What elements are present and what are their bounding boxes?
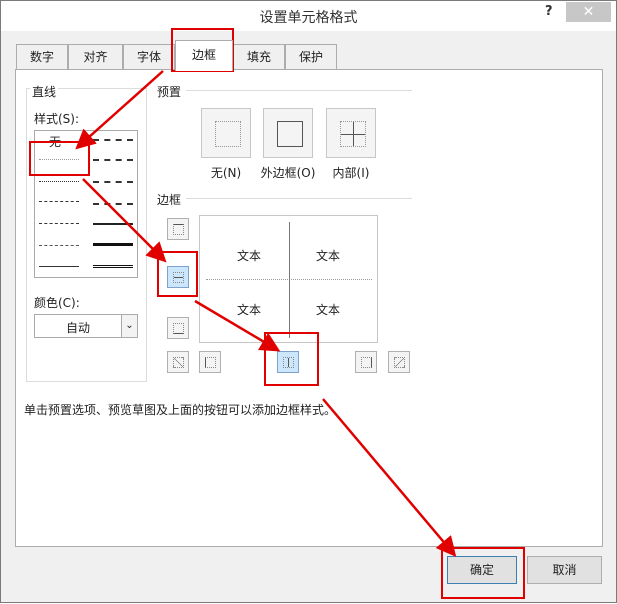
border-top-button[interactable] — [167, 218, 189, 240]
annotation-box-inside-horizontal — [157, 251, 198, 297]
format-cells-dialog: 设置单元格格式 ? ✕ 数字 对齐 字体 边框 填充 保护 直线 样式(S): … — [0, 0, 617, 603]
preset-outline-button[interactable] — [263, 108, 313, 158]
line-style-medium[interactable] — [93, 223, 133, 225]
border-top-icon — [173, 224, 184, 235]
annotation-box-inside-vertical — [264, 332, 319, 386]
style-label: 样式(S): — [34, 112, 80, 126]
presets-title: 预置 — [157, 85, 182, 99]
preview-vertical-line — [289, 222, 290, 338]
preset-none-label: 无(N) — [210, 166, 242, 180]
line-style-medium-dashed[interactable] — [93, 203, 133, 205]
tab-number[interactable]: 数字 — [16, 44, 68, 70]
border-diagonal-up-button[interactable] — [167, 351, 189, 373]
line-style-dashed[interactable] — [39, 245, 79, 246]
line-style-dotted[interactable] — [39, 181, 79, 182]
line-style-double[interactable] — [93, 265, 133, 268]
preview-cell-text: 文本 — [237, 249, 262, 263]
preview-cell-text: 文本 — [237, 303, 262, 317]
border-preview[interactable]: 文本 文本 文本 文本 — [199, 215, 378, 343]
diagonal-up-icon — [173, 357, 184, 368]
tab-alignment[interactable]: 对齐 — [68, 44, 123, 70]
line-style-slant-dash-dot[interactable] — [93, 159, 133, 161]
line-style-dash-dot-dot[interactable] — [39, 201, 79, 202]
preset-inside-icon — [340, 121, 366, 147]
border-right-button[interactable] — [355, 351, 377, 373]
preset-inside-button[interactable] — [326, 108, 376, 158]
line-style-thick[interactable] — [93, 243, 133, 246]
dialog-title: 设置单元格格式 — [259, 10, 358, 26]
close-button[interactable]: ✕ — [566, 2, 611, 22]
border-divider — [186, 198, 412, 199]
border-bottom-icon — [173, 323, 184, 334]
preview-cell-text: 文本 — [316, 303, 341, 317]
tab-border[interactable]: 边框 — [175, 40, 233, 71]
annotation-box-ok — [441, 547, 525, 599]
line-style-dash-dot[interactable] — [39, 223, 79, 224]
presets-divider — [186, 90, 412, 91]
color-select[interactable]: 自动 ⌄ — [34, 314, 138, 338]
annotation-box-line-style — [29, 141, 90, 176]
preset-inside-label: 内部(I) — [332, 166, 370, 180]
preset-outline-label: 外边框(O) — [260, 166, 316, 180]
preset-outline-icon — [277, 121, 303, 147]
tab-fill[interactable]: 填充 — [233, 44, 285, 70]
preview-cell-text: 文本 — [316, 249, 341, 263]
line-style-medium-dash-dot[interactable] — [93, 181, 133, 183]
border-left-icon — [205, 357, 216, 368]
tab-font[interactable]: 字体 — [123, 44, 175, 70]
line-group-title: 直线 — [30, 83, 59, 100]
line-style-medium-dash-dot-dot[interactable] — [93, 139, 133, 141]
border-panel: 直线 样式(S): 无 颜色(C): 自动 ⌄ 预置 无(N) 外边框(O) 内… — [15, 69, 603, 547]
chevron-down-icon[interactable]: ⌄ — [121, 315, 137, 337]
title-bar: 设置单元格格式 ? ✕ — [1, 1, 616, 31]
hint-text: 单击预置选项、预览草图及上面的按钮可以添加边框样式。 — [24, 403, 337, 417]
color-label: 颜色(C): — [34, 296, 80, 310]
tab-protection[interactable]: 保护 — [285, 44, 337, 70]
preset-none-button[interactable] — [201, 108, 251, 158]
cancel-button[interactable]: 取消 — [527, 556, 602, 584]
border-left-button[interactable] — [199, 351, 221, 373]
diagonal-down-icon — [394, 357, 405, 368]
border-title: 边框 — [157, 193, 182, 207]
border-right-icon — [361, 357, 372, 368]
line-style-thin[interactable] — [39, 266, 79, 267]
color-select-value: 自动 — [65, 321, 90, 335]
border-diagonal-down-button[interactable] — [388, 351, 410, 373]
border-bottom-button[interactable] — [167, 317, 189, 339]
help-button[interactable]: ? — [545, 4, 553, 19]
preset-none-icon — [215, 121, 241, 147]
